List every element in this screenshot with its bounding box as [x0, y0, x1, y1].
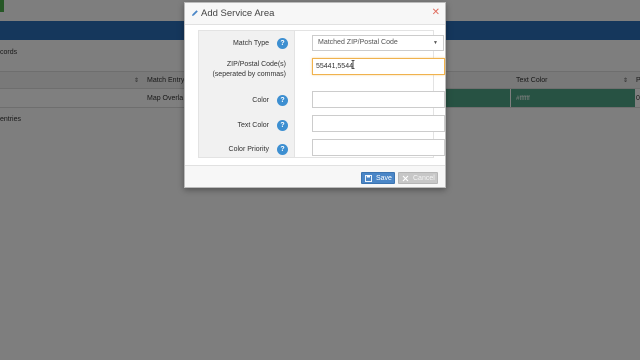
pencil-icon	[192, 10, 198, 16]
cancel-button[interactable]: Cancel	[398, 172, 438, 184]
match-type-label: Match Type	[232, 40, 269, 47]
zip-label-line1: ZIP/Postal Code(s)	[226, 61, 286, 68]
add-service-area-dialog: Add Service Area ✕ Match Type ? ZIP/Post…	[184, 2, 446, 188]
close-icon[interactable]: ✕	[432, 8, 440, 18]
dialog-title: Add Service Area	[201, 8, 275, 19]
question-icon[interactable]: ?	[277, 144, 288, 155]
zip-input[interactable]: 55441,5544	[312, 58, 445, 75]
dialog-footer: Save Cancel	[185, 165, 445, 187]
service-area-form: Match Type ? ZIP/Postal Code(s) (seperat…	[198, 30, 445, 158]
match-type-value: Matched ZIP/Postal Code	[318, 39, 398, 46]
text-cursor-icon	[351, 60, 355, 69]
floppy-icon	[365, 175, 372, 182]
match-type-select[interactable]: Matched ZIP/Postal Code ▼	[312, 35, 444, 51]
question-icon[interactable]: ?	[277, 38, 288, 49]
text-color-input[interactable]	[312, 115, 445, 132]
text-color-label: Text Color	[237, 122, 269, 129]
x-icon	[402, 175, 409, 182]
save-button[interactable]: Save	[361, 172, 395, 184]
dialog-header: Add Service Area ✕	[185, 3, 445, 25]
color-input[interactable]	[312, 91, 445, 108]
question-icon[interactable]: ?	[277, 120, 288, 131]
label-column: Match Type ? ZIP/Postal Code(s) (seperat…	[199, 31, 295, 157]
zip-label-line2: (seperated by commas)	[212, 71, 286, 78]
color-priority-input[interactable]	[312, 139, 445, 156]
zip-input-value: 55441,5544	[316, 63, 353, 70]
caret-down-icon: ▼	[433, 40, 438, 46]
save-button-label: Save	[376, 175, 392, 182]
color-priority-label: Color Priority	[228, 146, 269, 153]
color-label: Color	[252, 97, 269, 104]
question-icon[interactable]: ?	[277, 95, 288, 106]
cancel-button-label: Cancel	[413, 175, 435, 182]
